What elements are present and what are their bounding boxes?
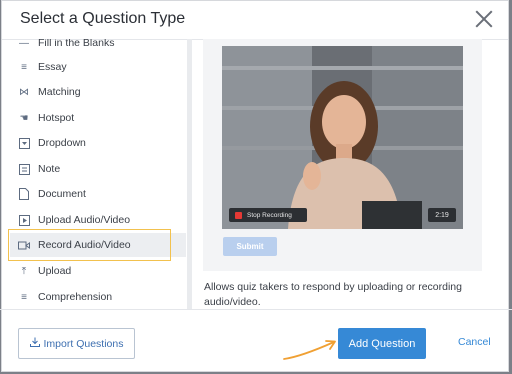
import-questions-button[interactable]: Import Questions — [18, 328, 135, 359]
blanks-icon: — — [19, 39, 29, 49]
matching-icon: ⋈ — [19, 86, 29, 98]
question-type-list: — Fill in the Blanks ≡ Essay ⋈ Matching … — [6, 39, 187, 309]
dialog-header: Select a Question Type — [2, 1, 508, 40]
add-question-button[interactable]: Add Question — [338, 328, 426, 359]
play-icon-shape — [18, 214, 30, 226]
sidebar-item-matching[interactable]: ⋈ Matching — [10, 80, 186, 104]
note-icon — [18, 163, 30, 175]
download-icon-shape — [29, 337, 40, 347]
lines-icon: ≡ — [21, 291, 27, 303]
hotspot-icon: ☚ — [19, 112, 29, 124]
record-dot-icon — [235, 211, 242, 219]
sidebar-item-document[interactable]: Document — [10, 182, 186, 206]
submit-button[interactable]: Submit — [223, 237, 277, 256]
recording-timer: 2:19 — [428, 208, 456, 222]
sidebar-item-upload[interactable]: ⤒ Upload — [10, 259, 186, 283]
dropdown-icon-shape — [18, 137, 30, 149]
dropdown-icon — [18, 137, 30, 149]
document-icon-shape — [19, 188, 29, 200]
sidebar-item-label: Matching — [38, 86, 81, 98]
sidebar-item-label: Comprehension — [38, 291, 113, 303]
document-icon — [18, 188, 30, 200]
sidebar-item-fill-in-the-blanks[interactable]: — Fill in the Blanks — [10, 39, 186, 55]
upload-icon: ⤒ — [21, 265, 27, 277]
video-frame-image — [222, 46, 463, 229]
sidebar-item-essay[interactable]: ≡ Essay — [10, 55, 186, 79]
sidebar-item-label: Upload Audio/Video — [38, 214, 131, 226]
sidebar-item-label: Document — [38, 188, 86, 200]
download-icon — [29, 337, 40, 350]
sidebar-scrollbar[interactable] — [187, 39, 192, 309]
stop-recording-button[interactable]: Stop Recording — [229, 208, 307, 222]
video-preview — [222, 46, 463, 229]
sidebar-item-label: Fill in the Blanks — [38, 39, 115, 49]
cancel-button[interactable]: Cancel — [458, 336, 491, 348]
sidebar-item-note[interactable]: Note — [10, 157, 186, 181]
play-icon — [18, 214, 30, 226]
import-questions-label: Import Questions — [43, 337, 124, 350]
sidebar-item-label: Essay — [38, 61, 67, 73]
sidebar-item-label: Dropdown — [38, 137, 86, 149]
question-type-description: Allows quiz takers to respond by uploadi… — [204, 281, 462, 308]
close-icon[interactable] — [474, 9, 494, 29]
sidebar-item-hotspot[interactable]: ☚ Hotspot — [10, 106, 186, 130]
note-icon-shape — [18, 163, 30, 175]
selection-highlight — [8, 229, 171, 261]
pointer-arrow-icon — [283, 340, 336, 360]
stop-recording-label: Stop Recording — [247, 211, 292, 219]
sidebar-item-comprehension[interactable]: ≡ Comprehension — [10, 285, 186, 309]
sidebar-item-label: Upload — [38, 265, 72, 277]
sidebar-item-label: Hotspot — [38, 112, 75, 124]
footer-divider — [0, 309, 512, 310]
sidebar-item-dropdown[interactable]: Dropdown — [10, 131, 186, 155]
dialog-title: Select a Question Type — [20, 10, 186, 27]
sidebar-item-label: Note — [38, 163, 61, 175]
lines-icon: ≡ — [21, 61, 27, 73]
